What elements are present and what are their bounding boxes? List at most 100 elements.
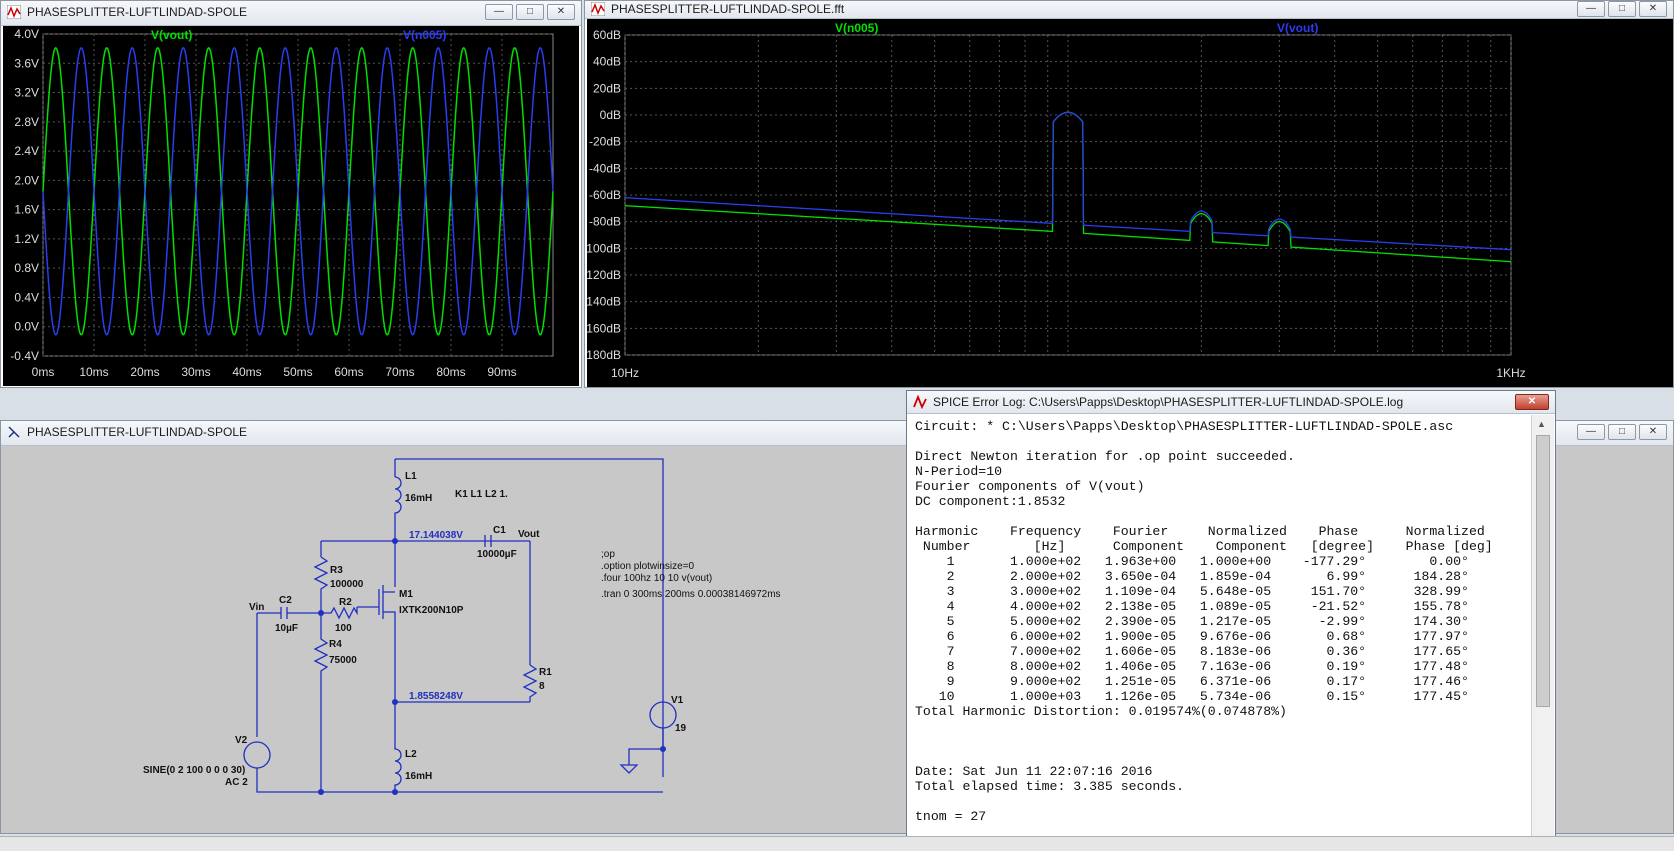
transient-titlebar[interactable]: PHASESPLITTER-LUFTLINDAD-SPOLE — □ ✕ (1, 1, 581, 26)
y-tick-label: 2.0V (14, 173, 39, 187)
maximize-button[interactable]: □ (1608, 424, 1636, 440)
close-button[interactable]: ✕ (547, 4, 575, 20)
x-tick-label: 70ms (385, 365, 414, 379)
log-line: 6 6.000e+02 1.900e-05 9.676e-06 0.68° 17… (915, 629, 1469, 644)
label-vout: Vout (518, 529, 540, 540)
scroll-thumb[interactable] (1536, 435, 1550, 707)
x-tick-label: 20ms (130, 365, 159, 379)
y-tick-label: 1.2V (14, 232, 39, 246)
transient-chart[interactable]: 4.0V 3.6V 3.2V 2.8V 2.4V 2.0V 1.6V 1.2V 0.8V 0.4V… (3, 26, 579, 386)
label-V1: V1 (671, 695, 684, 706)
y-tick-label: -160dB (587, 321, 621, 335)
trace-label-vout[interactable]: V(vout) (1277, 21, 1318, 35)
log-titlebar[interactable]: SPICE Error Log: C:\Users\Papps\Desktop\… (907, 391, 1555, 414)
window-title: SPICE Error Log: C:\Users\Papps\Desktop\… (933, 395, 1404, 409)
label-R1-value: 8 (539, 681, 545, 692)
label-R4: R4 (329, 639, 342, 650)
log-line: 3 3.000e+02 1.109e-04 5.648e-05 151.70° … (915, 584, 1469, 599)
fft-plot-window[interactable]: PHASESPLITTER-LUFTLINDAD-SPOLE.fft — □ ✕… (584, 0, 1674, 388)
fft-chart[interactable]: 60dB 40dB 20dB 0dB -20dB -40dB -60dB -80dB -100d… (587, 19, 1673, 387)
y-tick-label: 1.6V (14, 203, 39, 217)
close-button[interactable]: ✕ (1639, 1, 1667, 17)
log-line: Direct Newton iteration for .op point su… (915, 449, 1295, 464)
y-tick-label: 0.8V (14, 261, 39, 275)
window-title: PHASESPLITTER-LUFTLINDAD-SPOLE (27, 425, 248, 439)
label-L1: L1 (405, 471, 417, 482)
minimize-button[interactable]: — (1577, 424, 1605, 440)
y-tick-label: -100dB (587, 241, 621, 255)
node-voltage-top: 17.144038V (409, 530, 463, 541)
log-line: 8 8.000e+02 1.406e-05 7.163e-06 0.19° 17… (915, 659, 1469, 674)
scroll-up-arrow[interactable]: ▲ (1537, 419, 1546, 429)
spice-log-window[interactable]: SPICE Error Log: C:\Users\Papps\Desktop\… (906, 390, 1556, 850)
label-R3-value: 100000 (330, 579, 364, 590)
transient-plot-area[interactable]: 4.0V 3.6V 3.2V 2.8V 2.4V 2.0V 1.6V 1.2V 0.8V 0.4V… (3, 26, 579, 386)
log-line: Circuit: * C:\Users\Papps\Desktop\PHASES… (915, 419, 1454, 434)
label-V2: V2 (235, 735, 248, 746)
y-tick-label: 3.6V (14, 56, 39, 70)
log-line: 2 2.000e+02 3.650e-04 1.859e-04 6.99° 18… (915, 569, 1469, 584)
window-title: PHASESPLITTER-LUFTLINDAD-SPOLE (27, 5, 248, 19)
log-line: Fourier components of V(vout) (915, 479, 1145, 494)
fft-titlebar[interactable]: PHASESPLITTER-LUFTLINDAD-SPOLE.fft — □ ✕ (585, 1, 1673, 19)
window-title: PHASESPLITTER-LUFTLINDAD-SPOLE.fft (611, 2, 845, 16)
log-line: 9 9.000e+02 1.251e-05 6.371e-06 0.17° 17… (915, 674, 1469, 689)
transient-plot-window[interactable]: PHASESPLITTER-LUFTLINDAD-SPOLE — □ ✕ 4.0… (0, 0, 582, 388)
circuit-diagram[interactable]: L1 16mH K1 L1 L2 1. 17.144038V C1 10000µ… (5, 447, 905, 831)
x-tick-label: 80ms (436, 365, 465, 379)
y-tick-label: 2.8V (14, 115, 39, 129)
label-M1-value: IXTK200N10P (399, 605, 464, 616)
y-tick-label: 2.4V (14, 144, 39, 158)
x-tick-label: 30ms (181, 365, 210, 379)
y-tick-label: 20dB (593, 81, 621, 95)
x-tick-label: 0ms (32, 365, 55, 379)
waveform-icon (6, 4, 22, 24)
maximize-button[interactable]: □ (516, 4, 544, 20)
log-line: 7 7.000e+02 1.606e-05 8.183e-06 0.36° 17… (915, 644, 1469, 659)
label-R4-value: 75000 (329, 655, 357, 666)
log-line: 10 1.000e+03 1.126e-05 5.734e-06 0.15° 1… (915, 689, 1469, 704)
log-line: N-Period=10 (915, 464, 1003, 479)
y-tick-label: -60dB (589, 188, 621, 202)
spice-directive-op[interactable]: ;op (601, 549, 615, 560)
label-L2-value: 16mH (405, 771, 432, 782)
schematic-icon (7, 425, 21, 444)
spice-directive-four[interactable]: .four 100hz 10 10 v(vout) (601, 573, 712, 584)
y-tick-label: 0.4V (14, 290, 39, 304)
x-tick-label: 10Hz (611, 366, 639, 380)
label-R2-value: 100 (335, 623, 352, 634)
spice-directive-option[interactable]: .option plotwinsize=0 (601, 561, 695, 572)
maximize-button[interactable]: □ (1608, 1, 1636, 17)
minimize-button[interactable]: — (485, 4, 513, 20)
log-line: 4 4.000e+02 2.138e-05 1.089e-05 -21.52° … (915, 599, 1469, 614)
label-V1-value: 19 (675, 723, 687, 734)
log-scrollbar[interactable]: ▲ (1531, 415, 1554, 849)
close-button[interactable]: ✕ (1639, 424, 1667, 440)
y-tick-label: 40dB (593, 55, 621, 69)
trace-label-vout[interactable]: V(vout) (151, 28, 192, 42)
status-bar (0, 836, 1674, 851)
trace-label-n005[interactable]: V(n005) (403, 28, 446, 42)
label-C1-value: 10000µF (477, 549, 517, 560)
y-tick-label: 4.0V (14, 27, 39, 41)
log-line: Date: Sat Jun 11 22:07:16 2016 (915, 764, 1153, 779)
label-M1: M1 (399, 589, 413, 600)
trace-label-n005[interactable]: V(n005) (835, 21, 878, 35)
spice-directive-tran[interactable]: .tran 0 300ms 200ms 0.00038146972ms (601, 589, 781, 600)
fft-plot-area[interactable]: 60dB 40dB 20dB 0dB -20dB -40dB -60dB -80dB -100d… (587, 19, 1673, 387)
label-V2-sine: SINE(0 2 100 0 0 0 30) (143, 765, 245, 776)
y-tick-label: 0.0V (14, 320, 39, 334)
label-vin: Vin (249, 602, 264, 613)
close-button[interactable]: ✕ (1515, 394, 1549, 410)
log-text[interactable]: Circuit: * C:\Users\Papps\Desktop\PHASES… (915, 419, 1535, 849)
label-C2: C2 (279, 595, 292, 606)
y-tick-label: -20dB (589, 135, 621, 149)
minimize-button[interactable]: — (1577, 1, 1605, 17)
x-tick-label: 50ms (283, 365, 312, 379)
y-tick-label: -0.4V (10, 349, 39, 363)
